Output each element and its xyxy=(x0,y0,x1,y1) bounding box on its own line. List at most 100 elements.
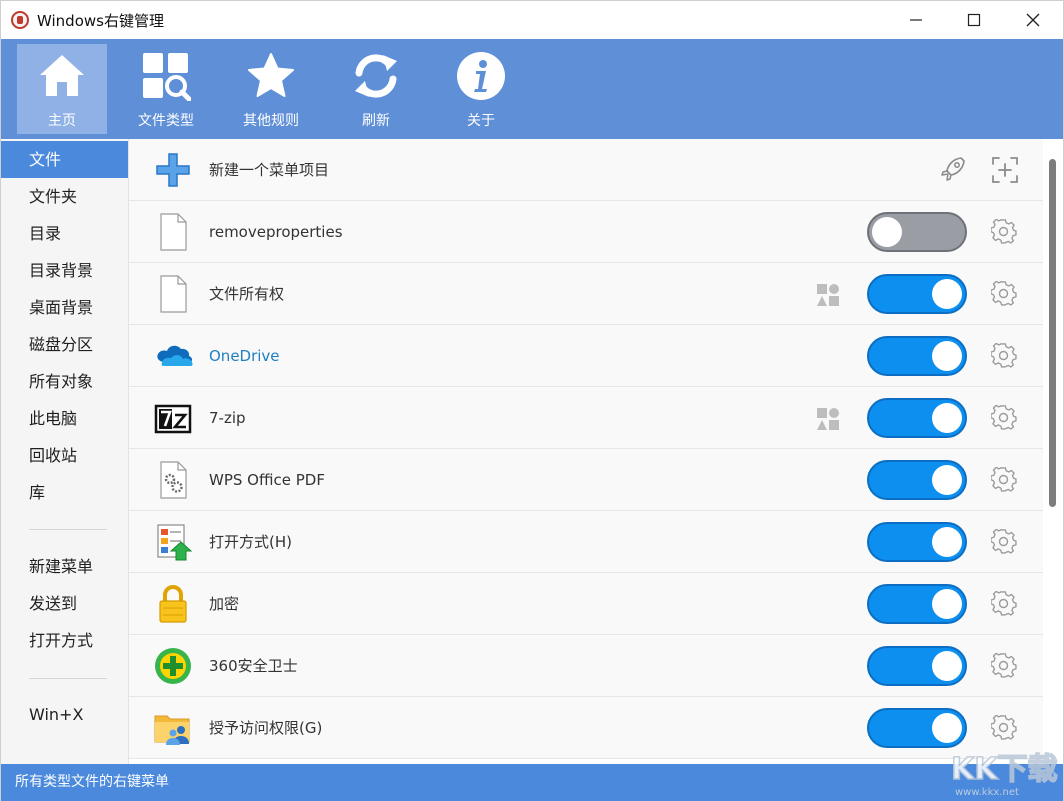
toolbar-about-label: 关于 xyxy=(467,113,495,129)
star-icon xyxy=(248,53,294,97)
scrollbar-thumb[interactable] xyxy=(1049,159,1056,507)
home-icon xyxy=(40,55,84,96)
toolbar-home-button[interactable]: 主页 xyxy=(17,44,107,134)
onedrive-cloud-icon xyxy=(157,345,193,366)
sidebar-item-open-with[interactable]: 打开方式 xyxy=(1,622,128,659)
toggle-knob xyxy=(872,217,902,247)
gear-icon[interactable] xyxy=(991,343,1017,369)
open-with-icon xyxy=(157,524,193,561)
list-item[interactable]: 360安全卫士 xyxy=(129,635,1043,697)
sidebar-item-new-menu[interactable]: 新建菜单 xyxy=(1,548,128,585)
list-item-label: 打开方式(H) xyxy=(209,533,292,551)
sidebar-item-this-pc[interactable]: 此电脑 xyxy=(1,400,128,437)
sidebar-item-directory[interactable]: 目录 xyxy=(1,215,128,252)
app-window: Windows右键管理 主页 文件类型 其他规则 刷新 关于 文件 文件夹 目录… xyxy=(0,0,1064,801)
enable-toggle[interactable] xyxy=(867,646,967,686)
sidebar-item-winx[interactable]: Win+X xyxy=(1,696,128,733)
lock-icon xyxy=(159,585,187,623)
list-item[interactable]: OneDrive xyxy=(129,325,1043,387)
enable-toggle[interactable] xyxy=(867,212,967,252)
sidebar-item-send-to[interactable]: 发送到 xyxy=(1,585,128,622)
file-type-grid-search-icon xyxy=(143,53,191,101)
app-logo-icon xyxy=(11,11,29,29)
360-security-icon xyxy=(155,648,191,684)
new-menu-item-label: 新建一个菜单项目 xyxy=(209,161,330,179)
list-item[interactable]: WPS Office PDF xyxy=(129,449,1043,511)
kk-watermark-logo: KK下载 www.kkx.net xyxy=(950,751,1058,798)
shapes-shared-icon[interactable] xyxy=(815,282,841,308)
list-item[interactable]: 打开方式(H) xyxy=(129,511,1043,573)
sidebar-item-recycle-bin[interactable]: 回收站 xyxy=(1,437,128,474)
toggle-knob xyxy=(932,279,962,309)
list-item-label: 360安全卫士 xyxy=(209,657,298,675)
list-item[interactable]: 7-zip xyxy=(129,387,1043,449)
sidebar-item-file[interactable]: 文件 xyxy=(1,141,128,178)
enable-toggle[interactable] xyxy=(867,522,967,562)
toolbar-refresh-button[interactable]: 刷新 xyxy=(331,44,421,134)
title-bar: Windows右键管理 xyxy=(1,1,1063,39)
gear-icon[interactable] xyxy=(991,281,1017,307)
toolbar-other-rules-button[interactable]: 其他规则 xyxy=(226,44,316,134)
list-item-label: removeproperties xyxy=(209,223,343,241)
list-item-label: 加密 xyxy=(209,595,240,613)
gear-icon[interactable] xyxy=(991,405,1017,431)
close-button[interactable] xyxy=(1008,1,1058,39)
close-icon xyxy=(1026,13,1040,27)
sidebar: 文件 文件夹 目录 目录背景 桌面背景 磁盘分区 所有对象 此电脑 回收站 库 … xyxy=(1,139,129,764)
main-toolbar: 主页 文件类型 其他规则 刷新 关于 xyxy=(1,39,1063,139)
toolbar-other-rules-label: 其他规则 xyxy=(243,113,299,129)
sidebar-divider xyxy=(29,678,107,679)
list-item[interactable]: 授予访问权限(G) xyxy=(129,697,1043,759)
minimize-icon xyxy=(910,19,922,21)
list-item-label: 文件所有权 xyxy=(209,285,285,303)
enable-toggle[interactable] xyxy=(867,708,967,748)
sidebar-item-desktop-background[interactable]: 桌面背景 xyxy=(1,289,128,326)
toolbar-home-label: 主页 xyxy=(48,113,76,129)
info-icon xyxy=(457,52,505,100)
window-title: Windows右键管理 xyxy=(37,11,164,30)
gear-icon[interactable] xyxy=(991,653,1017,679)
toggle-knob xyxy=(932,651,962,681)
toolbar-file-types-button[interactable]: 文件类型 xyxy=(121,44,211,134)
enable-toggle[interactable] xyxy=(867,584,967,624)
sidebar-item-folder[interactable]: 文件夹 xyxy=(1,178,128,215)
shapes-shared-icon[interactable] xyxy=(815,406,841,432)
gear-icon[interactable] xyxy=(991,529,1017,555)
menu-item-list: 新建一个菜单项目 removeproperties 文件所有权 OneDrive… xyxy=(129,139,1043,764)
enable-toggle[interactable] xyxy=(867,460,967,500)
gear-icon[interactable] xyxy=(991,467,1017,493)
plus-icon xyxy=(156,153,190,187)
new-menu-item-row[interactable]: 新建一个菜单项目 xyxy=(129,139,1043,201)
maximize-button[interactable] xyxy=(949,1,999,39)
enable-toggle[interactable] xyxy=(867,336,967,376)
enable-toggle[interactable] xyxy=(867,274,967,314)
sidebar-item-directory-background[interactable]: 目录背景 xyxy=(1,252,128,289)
blank-file-icon xyxy=(160,275,187,313)
sidebar-item-disk-partition[interactable]: 磁盘分区 xyxy=(1,326,128,363)
toolbar-file-types-label: 文件类型 xyxy=(138,113,194,129)
gear-icon[interactable] xyxy=(991,591,1017,617)
toggle-knob xyxy=(932,527,962,557)
toggle-knob xyxy=(932,341,962,371)
sidebar-item-library[interactable]: 库 xyxy=(1,474,128,511)
gear-icon[interactable] xyxy=(991,219,1017,245)
add-item-icon[interactable] xyxy=(991,156,1019,184)
refresh-icon xyxy=(355,54,397,98)
list-item-label: 授予访问权限(G) xyxy=(209,719,323,737)
toolbar-about-button[interactable]: 关于 xyxy=(436,44,526,134)
gear-file-icon xyxy=(160,461,187,499)
list-item[interactable]: removeproperties xyxy=(129,201,1043,263)
toggle-knob xyxy=(932,403,962,433)
sidebar-item-all-objects[interactable]: 所有对象 xyxy=(1,363,128,400)
toggle-knob xyxy=(932,713,962,743)
7zip-icon xyxy=(154,404,192,434)
enable-toggle[interactable] xyxy=(867,398,967,438)
gear-icon[interactable] xyxy=(991,715,1017,741)
list-item[interactable]: 加密 xyxy=(129,573,1043,635)
status-bar: 所有类型文件的右键菜单 xyxy=(1,764,1063,801)
minimize-button[interactable] xyxy=(891,1,941,39)
rocket-icon[interactable] xyxy=(939,155,967,183)
list-item-label: WPS Office PDF xyxy=(209,471,325,489)
toggle-knob xyxy=(932,589,962,619)
list-item[interactable]: 文件所有权 xyxy=(129,263,1043,325)
